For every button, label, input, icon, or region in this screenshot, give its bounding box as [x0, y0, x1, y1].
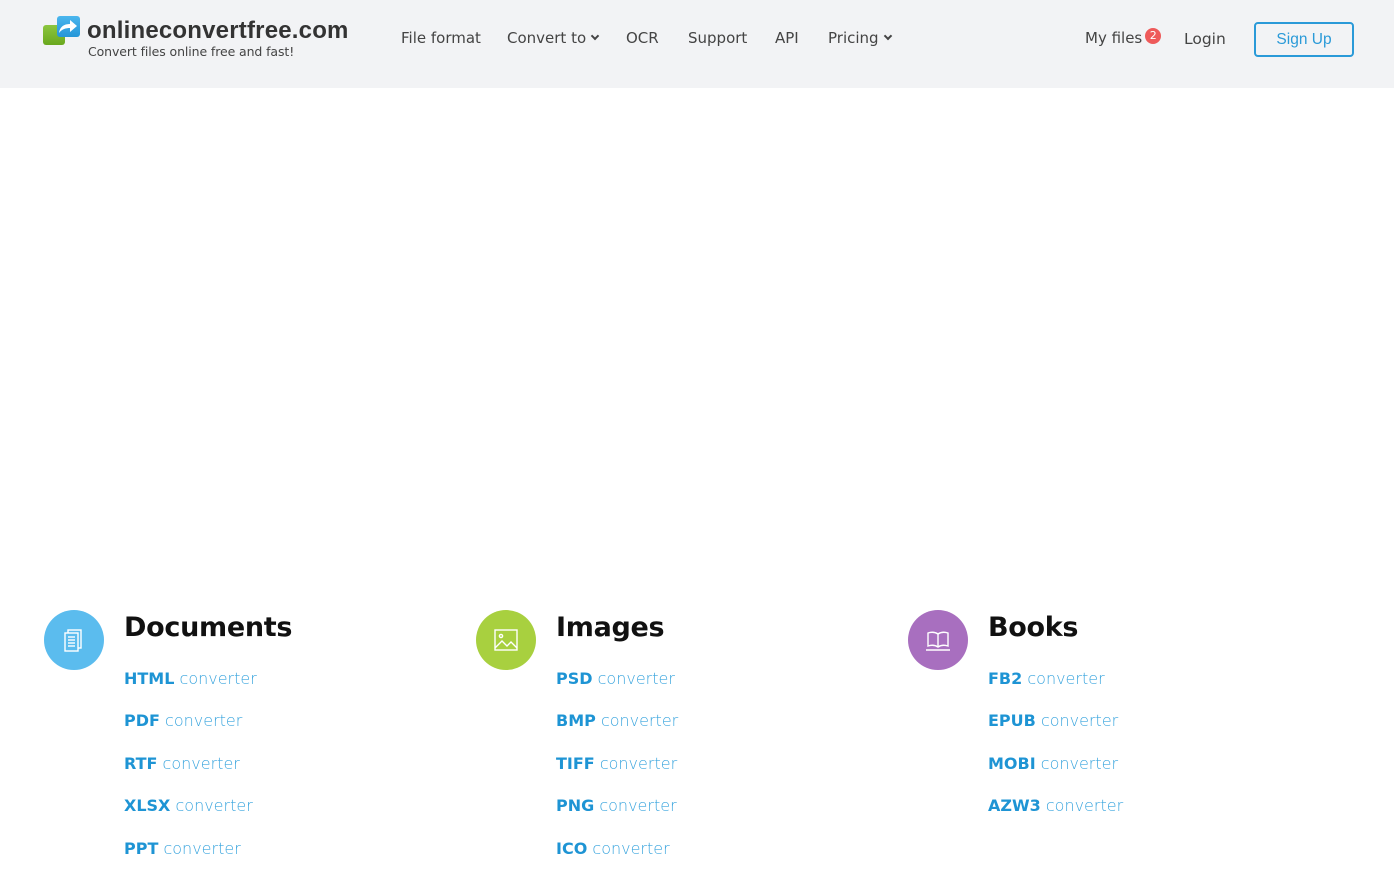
converter-link-azw3[interactable]: AZW3 converter [988, 796, 1123, 815]
my-files-link[interactable]: My files 2 [1085, 28, 1162, 48]
book-icon [908, 610, 968, 670]
converter-link-xlsx[interactable]: XLSX converter [124, 796, 253, 815]
converter-link-mobi[interactable]: MOBI converter [988, 754, 1118, 773]
documents-icon [44, 610, 104, 670]
chevron-down-icon [590, 31, 600, 41]
category-title: Documents [124, 612, 293, 643]
converter-link-pdf[interactable]: PDF converter [124, 711, 242, 730]
converter-link-bmp[interactable]: BMP converter [556, 711, 678, 730]
converter-link-rtf[interactable]: RTF converter [124, 754, 240, 773]
converter-link-epub[interactable]: EPUB converter [988, 711, 1118, 730]
converter-link-ppt[interactable]: PPT converter [124, 839, 241, 858]
nav-file-format[interactable]: File format [401, 29, 481, 47]
my-files-count-badge: 2 [1145, 28, 1162, 44]
converter-link-png[interactable]: PNG converter [556, 796, 677, 815]
logo-title: onlineconvertfree.com [87, 17, 349, 44]
site-header: onlineconvertfree.com Convert files onli… [0, 0, 1394, 88]
nav-support[interactable]: Support [688, 29, 747, 47]
category-title: Images [556, 612, 665, 643]
logo-tagline: Convert files online free and fast! [88, 44, 295, 59]
login-link[interactable]: Login [1184, 30, 1226, 48]
converter-link-fb2[interactable]: FB2 converter [988, 669, 1105, 688]
sign-up-button[interactable]: Sign Up [1254, 22, 1354, 57]
chevron-down-icon [883, 31, 892, 41]
category-title: Books [988, 612, 1079, 643]
nav-ocr[interactable]: OCR [626, 29, 659, 47]
image-icon [476, 610, 536, 670]
logo-convert-icon [43, 16, 81, 46]
converter-link-psd[interactable]: PSD converter [556, 669, 675, 688]
nav-convert-to[interactable]: Convert to [507, 29, 600, 47]
nav-api[interactable]: API [775, 29, 799, 47]
nav-pricing[interactable]: Pricing [828, 29, 892, 47]
converter-link-html[interactable]: HTML converter [124, 669, 257, 688]
converter-link-tiff[interactable]: TIFF converter [556, 754, 677, 773]
converter-link-ico[interactable]: ICO converter [556, 839, 670, 858]
